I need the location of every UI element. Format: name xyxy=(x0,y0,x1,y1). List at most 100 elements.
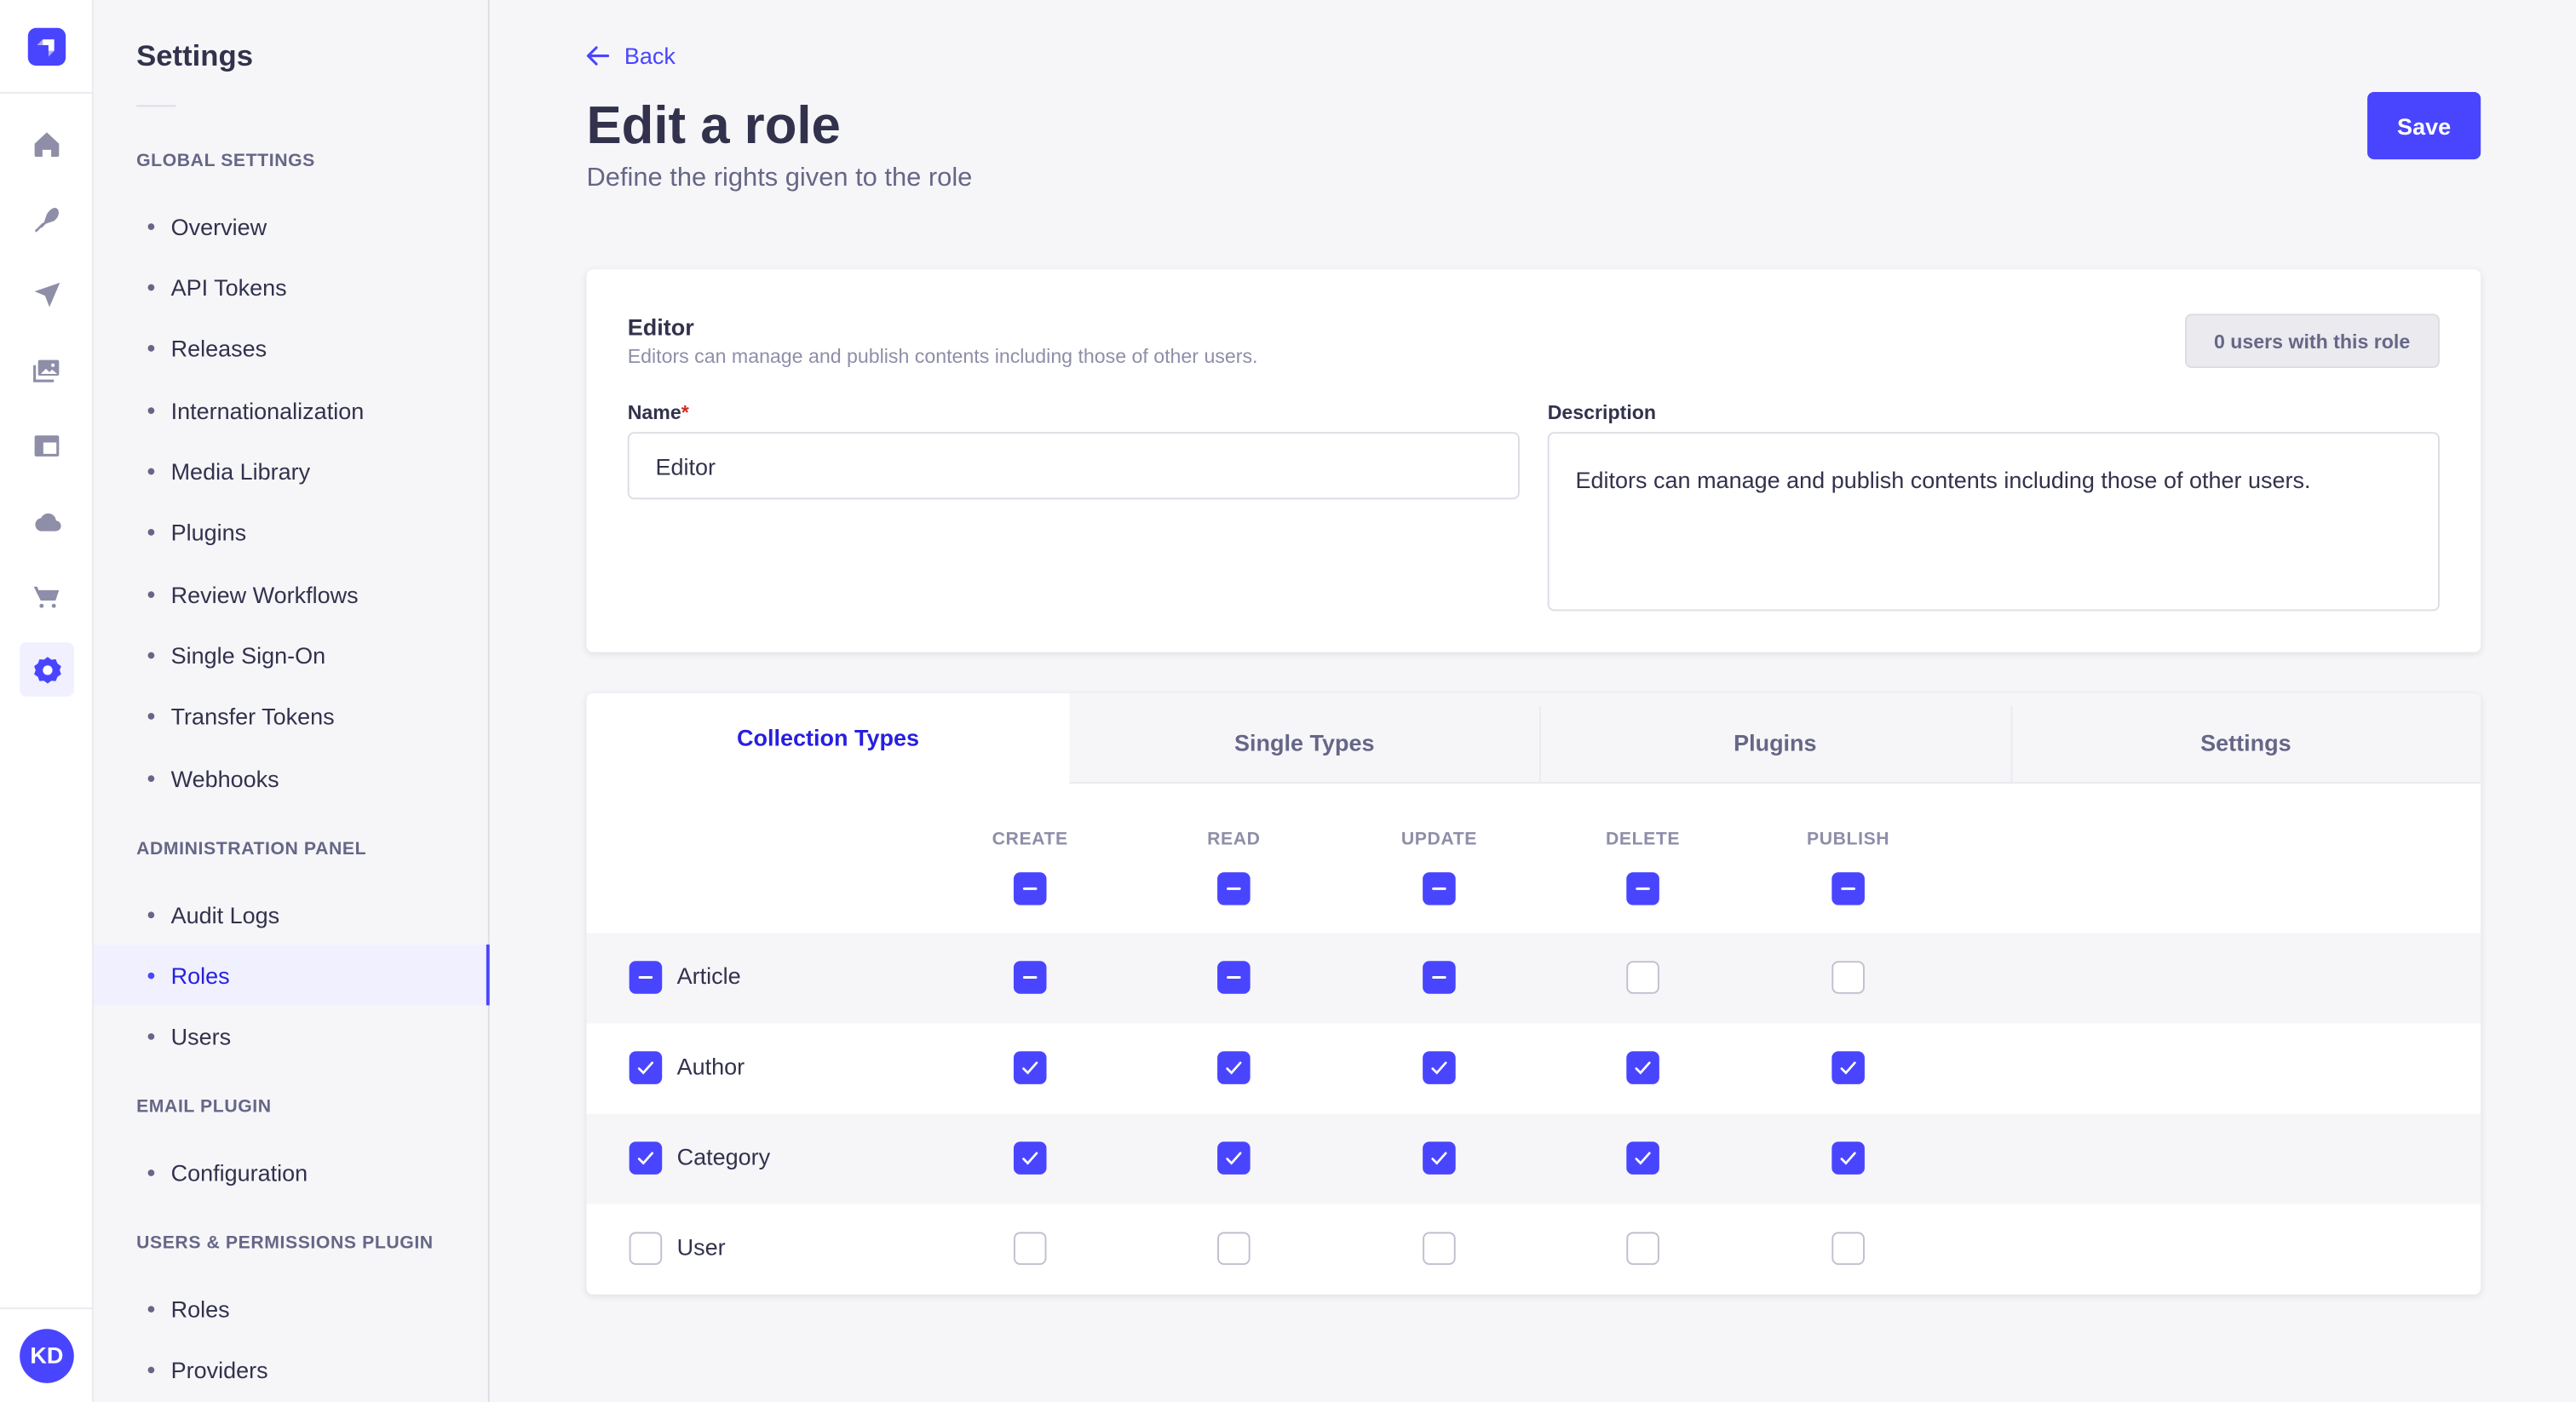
check-icon xyxy=(1226,1061,1242,1075)
rail-item-settings[interactable] xyxy=(20,642,74,697)
sidebar-item-up-roles[interactable]: Roles xyxy=(94,1278,488,1338)
content-type-name: User xyxy=(676,1233,726,1261)
sidebar-item-media-library[interactable]: Media Library xyxy=(94,440,488,501)
row-select-checkbox[interactable] xyxy=(629,1051,663,1084)
sidebar-item-audit-logs[interactable]: Audit Logs xyxy=(94,884,488,945)
back-link[interactable]: Back xyxy=(586,43,676,69)
permission-delete-checkbox[interactable] xyxy=(1626,961,1659,994)
permission-read-checkbox[interactable] xyxy=(1217,1141,1251,1175)
sidebar-item-label: Single Sign-On xyxy=(170,641,326,668)
check-icon xyxy=(1635,1152,1651,1165)
permission-publish-checkbox[interactable] xyxy=(1831,1232,1865,1265)
strapi-logo-icon[interactable] xyxy=(27,27,66,66)
sidebar-item-api-tokens[interactable]: API Tokens xyxy=(94,256,488,317)
rail-item-media-library[interactable] xyxy=(20,343,74,398)
sidebar-item-roles[interactable]: Roles xyxy=(93,944,490,1006)
select-all-read-checkbox[interactable] xyxy=(1217,872,1251,905)
sidebar-item-label: Users xyxy=(170,1022,232,1049)
permission-delete-checkbox[interactable] xyxy=(1626,1141,1659,1175)
sidebar-item-label: Overview xyxy=(170,212,267,239)
sidebar-item-transfer-tokens[interactable]: Transfer Tokens xyxy=(94,685,488,745)
sidebar-item-releases[interactable]: Releases xyxy=(94,317,488,377)
permission-read-checkbox[interactable] xyxy=(1217,1232,1251,1265)
permission-publish-checkbox[interactable] xyxy=(1831,1051,1865,1084)
permission-create-checkbox[interactable] xyxy=(1013,1141,1047,1175)
sidebar-item-plugins[interactable]: Plugins xyxy=(94,501,488,561)
rail-item-content-type-builder[interactable] xyxy=(20,419,74,474)
required-asterisk: * xyxy=(681,400,689,424)
select-all-delete-checkbox[interactable] xyxy=(1626,872,1659,905)
bullet-icon xyxy=(147,467,155,474)
permission-publish-checkbox[interactable] xyxy=(1831,1141,1865,1175)
bullet-icon xyxy=(147,590,155,598)
tab-divider xyxy=(2010,706,2013,784)
tab-label: Settings xyxy=(2200,729,2291,756)
permission-update-checkbox[interactable] xyxy=(1423,1232,1456,1265)
name-label-text: Name xyxy=(627,400,681,424)
name-field[interactable] xyxy=(627,432,1520,500)
select-all-publish-checkbox[interactable] xyxy=(1831,872,1865,905)
sidebar-item-internationalization[interactable]: Internationalization xyxy=(94,379,488,440)
permission-update-checkbox[interactable] xyxy=(1423,1051,1456,1084)
permission-create-checkbox[interactable] xyxy=(1013,1051,1047,1084)
tab-collection-types[interactable]: Collection Types xyxy=(586,692,1070,784)
column-header-publish: PUBLISH xyxy=(1807,829,1890,850)
permission-read-checkbox[interactable] xyxy=(1217,961,1251,994)
bullet-icon xyxy=(147,406,155,414)
sidebar-item-webhooks[interactable]: Webhooks xyxy=(94,747,488,807)
sidebar-item-label: API Tokens xyxy=(170,273,287,300)
rail-item-deploy[interactable] xyxy=(20,494,74,549)
row-select-checkbox[interactable] xyxy=(629,1141,663,1175)
sidebar-item-label: Transfer Tokens xyxy=(170,702,335,729)
bullet-icon xyxy=(147,1365,155,1373)
tab-settings[interactable]: Settings xyxy=(2010,692,2481,784)
permission-delete-checkbox[interactable] xyxy=(1626,1051,1659,1084)
select-all-update-checkbox[interactable] xyxy=(1423,872,1456,905)
sidebar-item-review-workflows[interactable]: Review Workflows xyxy=(94,563,488,623)
sidebar-item-overview[interactable]: Overview xyxy=(94,195,488,256)
rail-item-content-manager[interactable] xyxy=(20,192,74,247)
sidebar-item-users[interactable]: Users xyxy=(94,1005,488,1066)
bullet-icon xyxy=(147,651,155,658)
minus-icon xyxy=(638,975,653,980)
role-details-card: Editor Editors can manage and publish co… xyxy=(586,269,2481,652)
bullet-icon xyxy=(147,222,155,230)
rail-item-releases[interactable] xyxy=(20,267,74,322)
sidebar-item-label: Internationalization xyxy=(170,396,365,423)
rail-item-marketplace[interactable] xyxy=(20,570,74,624)
tab-plugins[interactable]: Plugins xyxy=(1539,692,2011,784)
permission-create-checkbox[interactable] xyxy=(1013,1232,1047,1265)
sidebar-item-single-sign-on[interactable]: Single Sign-On xyxy=(94,624,488,685)
permission-read-checkbox[interactable] xyxy=(1217,1051,1251,1084)
description-label: Description xyxy=(1547,400,1657,424)
row-select-checkbox[interactable] xyxy=(629,1232,663,1265)
save-button[interactable]: Save xyxy=(2367,91,2481,160)
permission-update-checkbox[interactable] xyxy=(1423,961,1456,994)
tab-single-types[interactable]: Single Types xyxy=(1069,692,1540,784)
sidebar-item-configuration[interactable]: Configuration xyxy=(94,1141,488,1202)
description-field[interactable]: Editors can manage and publish contents … xyxy=(1547,432,2440,612)
page-subtitle: Define the rights given to the role xyxy=(586,164,973,192)
check-icon xyxy=(1840,1061,1856,1075)
minus-icon xyxy=(1227,887,1241,890)
permission-create-checkbox[interactable] xyxy=(1013,961,1047,994)
column-header-update: UPDATE xyxy=(1400,829,1477,850)
sidebar-item-providers[interactable]: Providers xyxy=(94,1339,488,1399)
sidebar-item-label: Roles xyxy=(170,1295,230,1322)
users-count-badge[interactable]: 0 users with this role xyxy=(2184,313,2440,368)
bullet-icon xyxy=(147,1305,155,1312)
sidebar-item-label: Roles xyxy=(170,962,230,989)
avatar[interactable]: KD xyxy=(20,1328,74,1382)
permission-update-checkbox[interactable] xyxy=(1423,1141,1456,1175)
bullet-icon xyxy=(147,774,155,782)
rail-item-home[interactable] xyxy=(20,117,74,171)
role-description: Editors can manage and publish contents … xyxy=(627,344,1258,368)
minus-icon xyxy=(1227,975,1241,980)
select-all-create-checkbox[interactable] xyxy=(1013,872,1047,905)
permission-publish-checkbox[interactable] xyxy=(1831,961,1865,994)
row-select-checkbox[interactable] xyxy=(629,961,663,994)
check-icon xyxy=(637,1061,653,1075)
permission-delete-checkbox[interactable] xyxy=(1626,1232,1659,1265)
content-type-name: Article xyxy=(676,962,741,989)
home-icon xyxy=(34,132,60,158)
